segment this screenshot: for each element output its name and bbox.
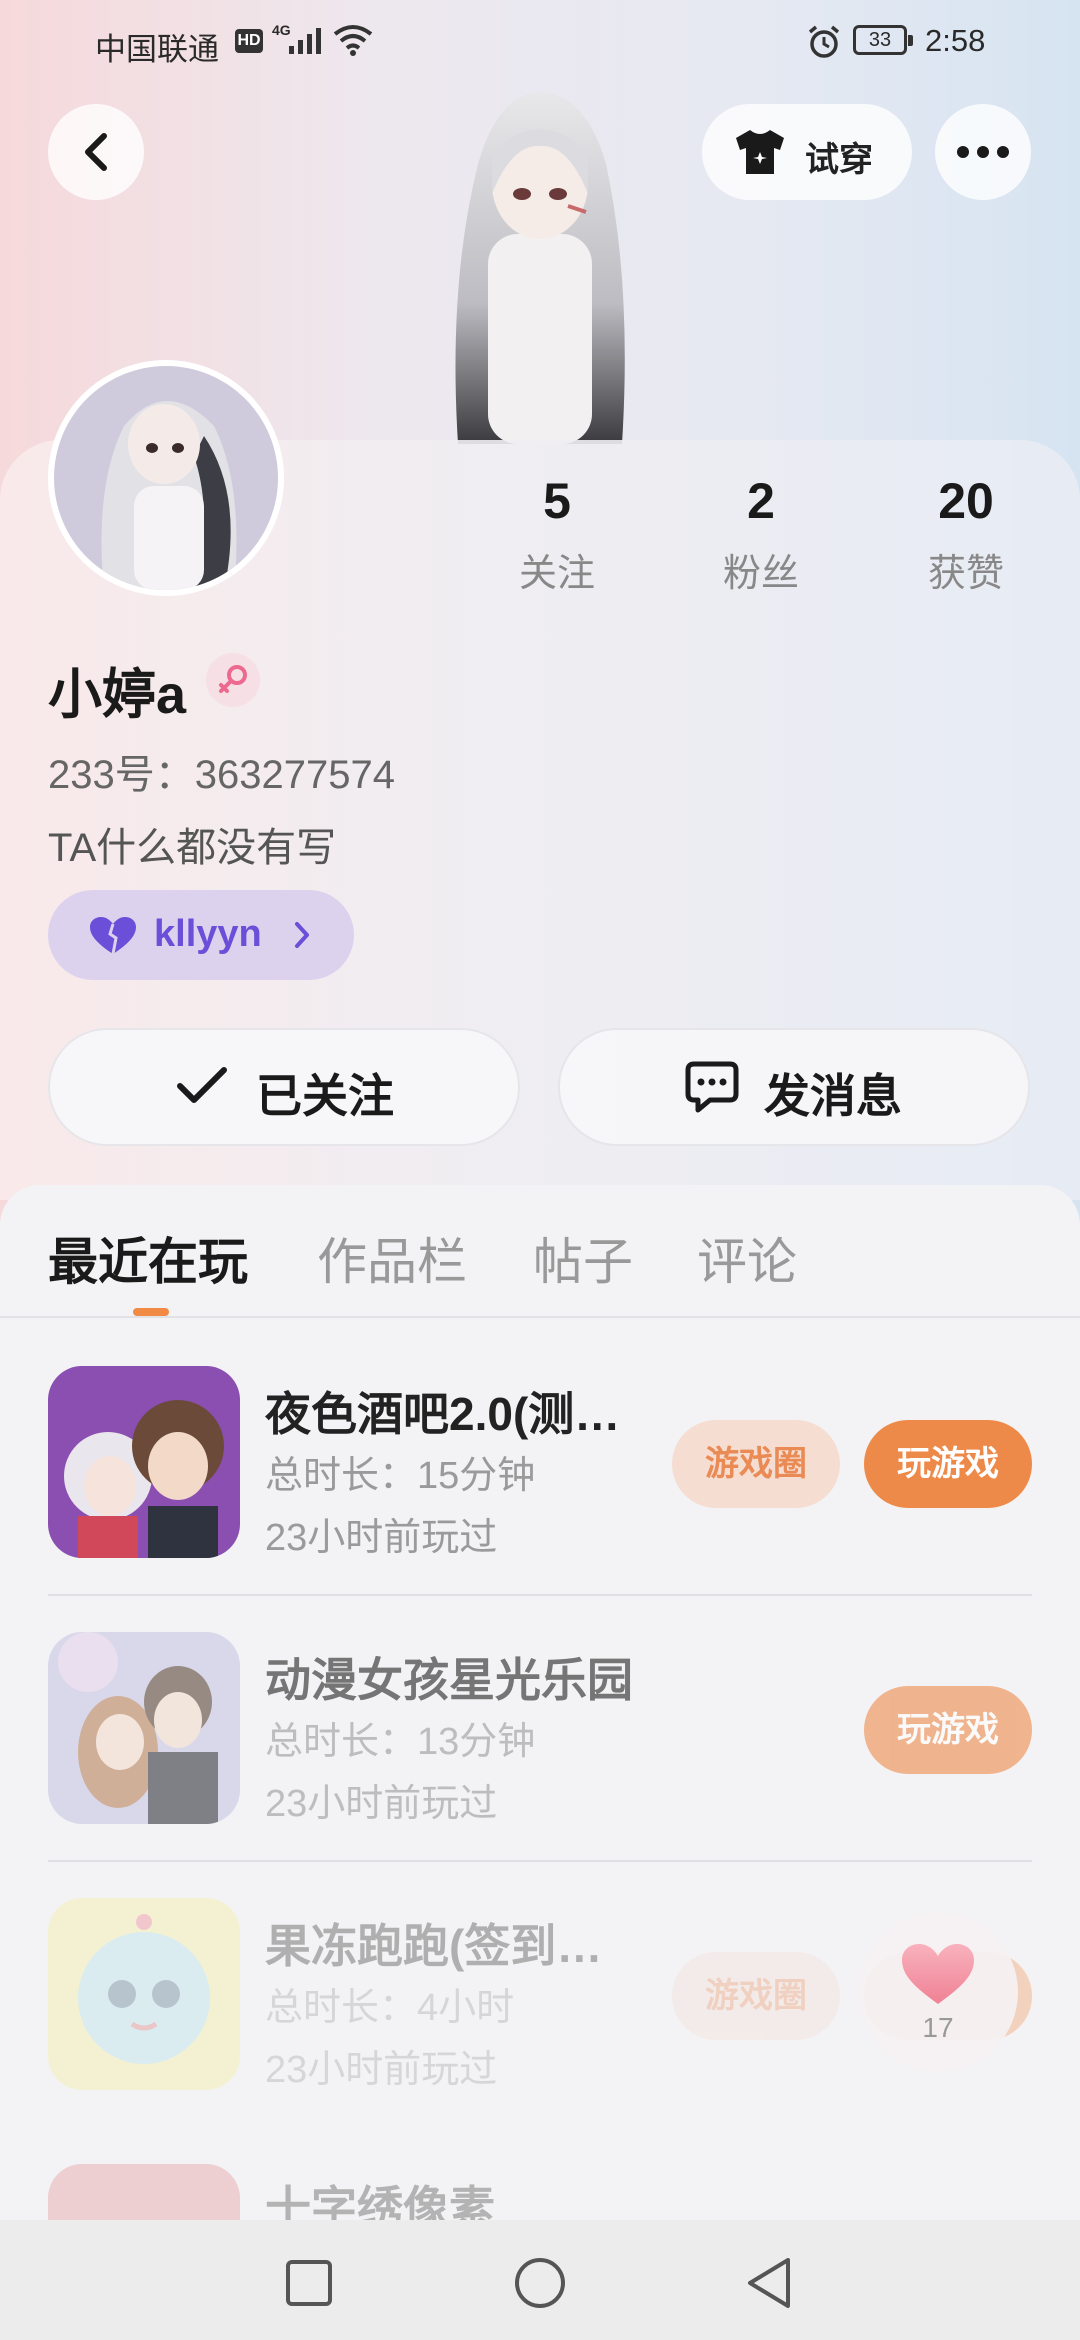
recent-apps-icon[interactable] xyxy=(284,2258,334,2308)
like-count: 17 xyxy=(922,2012,954,2043)
game-list-item[interactable]: 十字绣像素 xyxy=(0,2136,1080,2220)
game-title: 果冻跑跑(签到… xyxy=(265,1920,603,1972)
tab-comments[interactable]: 评论 xyxy=(697,1222,797,1294)
game-last-played: 23小时前玩过 xyxy=(265,1517,498,1559)
tab-works[interactable]: 作品栏 xyxy=(317,1222,467,1294)
game-duration: 总时长：13分钟 xyxy=(265,1721,536,1763)
active-tab-indicator xyxy=(133,1308,169,1316)
friend-tag-label: kllyyn xyxy=(154,913,262,955)
more-icon xyxy=(957,146,1009,158)
try-on-button[interactable]: 试穿 xyxy=(702,104,912,200)
tab-posts[interactable]: 帖子 xyxy=(533,1222,633,1294)
game-circle-button[interactable]: 游戏圈 xyxy=(672,1420,840,1508)
game-title: 夜色酒吧2.0(测… xyxy=(265,1388,621,1440)
game-list-item[interactable]: 动漫女孩星光乐园 总时长：13分钟 23小时前玩过 玩游戏 xyxy=(0,1604,1080,1872)
signal-icon xyxy=(289,28,321,54)
game-duration: 总时长：4小时 xyxy=(265,1987,515,2029)
clock: 2:58 xyxy=(925,23,986,58)
back-nav-icon[interactable] xyxy=(744,2256,794,2310)
hd-badge: HD xyxy=(235,29,263,53)
game-list-item[interactable]: 夜色酒吧2.0(测… 总时长：15分钟 23小时前玩过 游戏圈 玩游戏 xyxy=(0,1338,1080,1606)
game-icon xyxy=(48,1898,240,2090)
game-circle-button[interactable]: 游戏圈 xyxy=(672,1952,840,2040)
message-label: 发消息 xyxy=(764,1070,902,1122)
row-divider xyxy=(48,1860,1032,1862)
game-title: 十字绣像素 xyxy=(265,2182,495,2220)
chat-icon xyxy=(685,1061,739,1113)
game-last-played: 23小时前玩过 xyxy=(265,1783,498,1825)
heart-icon xyxy=(902,1944,974,2004)
friend-tag-pill[interactable]: kllyyn xyxy=(48,890,354,980)
home-icon[interactable] xyxy=(513,2256,567,2310)
status-bar: 中国联通 HD 4G 33 2:58 xyxy=(0,0,1080,84)
game-title: 动漫女孩星光乐园 xyxy=(265,1654,633,1706)
stat-following-count[interactable]: 5 xyxy=(467,472,647,530)
row-divider xyxy=(48,1594,1032,1596)
game-icon xyxy=(48,2164,240,2220)
avatar[interactable] xyxy=(48,360,284,596)
username: 小婷a xyxy=(48,665,187,725)
play-game-button[interactable]: 玩游戏 xyxy=(864,1420,1032,1508)
like-float-button[interactable]: 17 xyxy=(858,1912,1018,2072)
gender-badge xyxy=(206,653,260,707)
message-button[interactable]: 发消息 xyxy=(558,1028,1030,1146)
female-icon xyxy=(219,665,247,693)
avatar-image xyxy=(54,366,278,590)
chevron-left-icon xyxy=(85,133,107,171)
battery-indicator: 33 xyxy=(853,25,913,55)
avatar-3d-figure xyxy=(455,92,625,444)
follow-label: 已关注 xyxy=(256,1070,394,1122)
follow-button[interactable]: 已关注 xyxy=(48,1028,520,1146)
user-bio: TA什么都没有写 xyxy=(48,826,337,870)
game-icon xyxy=(48,1632,240,1824)
user-id: 233号：363277574 xyxy=(48,753,395,797)
stat-fans-count[interactable]: 2 xyxy=(671,472,851,530)
more-button[interactable] xyxy=(935,104,1031,200)
game-duration: 总时长：15分钟 xyxy=(265,1455,536,1497)
system-nav-bar xyxy=(0,2220,1080,2340)
heart-icon xyxy=(90,917,136,955)
chevron-right-icon xyxy=(295,922,309,948)
carrier-name: 中国联通 xyxy=(95,32,219,67)
tab-recently-played[interactable]: 最近在玩 xyxy=(48,1222,248,1294)
alarm-icon xyxy=(808,25,840,58)
game-icon xyxy=(48,1366,240,1558)
wifi-icon xyxy=(333,25,373,56)
play-game-button[interactable]: 玩游戏 xyxy=(864,1686,1032,1774)
shirt-icon xyxy=(736,130,784,174)
stat-likes-count[interactable]: 20 xyxy=(876,472,1056,530)
back-button[interactable] xyxy=(48,104,144,200)
stat-following-label: 关注 xyxy=(518,553,595,595)
try-on-label: 试穿 xyxy=(805,141,873,179)
tab-divider xyxy=(0,1316,1080,1318)
stat-likes-label: 获赞 xyxy=(927,553,1004,595)
game-last-played: 23小时前玩过 xyxy=(265,2049,498,2091)
check-icon xyxy=(177,1067,227,1103)
stat-fans-label: 粉丝 xyxy=(722,553,799,595)
